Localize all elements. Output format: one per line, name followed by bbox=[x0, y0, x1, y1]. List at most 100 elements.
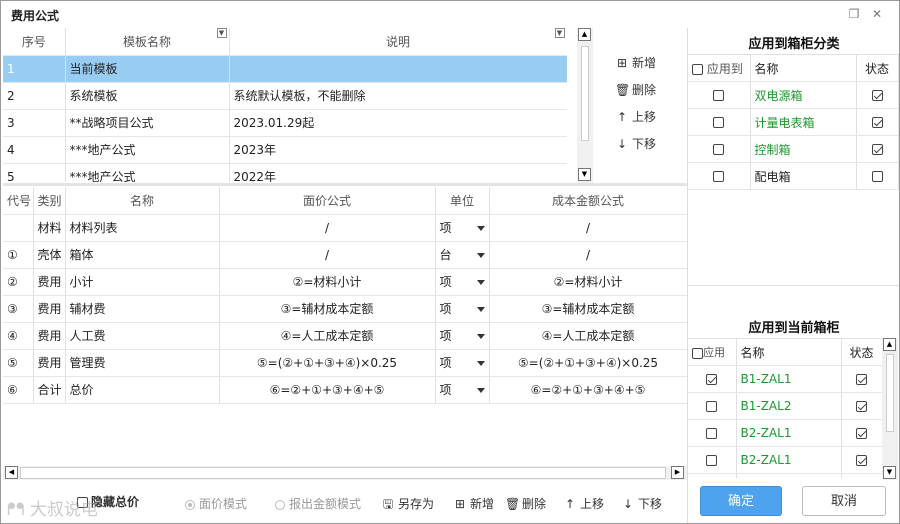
select-all-checkbox[interactable] bbox=[692, 63, 703, 75]
apply-checkbox[interactable] bbox=[706, 401, 718, 412]
cell-apply[interactable] bbox=[688, 365, 737, 393]
ok-button[interactable]: 确定 bbox=[700, 486, 782, 516]
cell-unit[interactable]: 项 bbox=[435, 376, 490, 404]
apply-checkbox[interactable] bbox=[713, 90, 725, 101]
unit-dropdown-icon[interactable] bbox=[476, 279, 485, 285]
scroll-up-icon[interactable]: ▲ bbox=[883, 338, 896, 351]
cabinet-row[interactable]: B1-ZAL51 bbox=[688, 473, 882, 478]
scroll-thumb[interactable] bbox=[886, 354, 894, 432]
cell-price-formula[interactable]: ③=辅材成本定额 bbox=[219, 295, 436, 323]
cell-cost-formula[interactable]: ⑥=②+①+③+④+⑤ bbox=[489, 376, 687, 404]
apply-checkbox[interactable] bbox=[706, 374, 718, 385]
formula-row[interactable]: ③ 费用 辅材费 ③=辅材成本定额项 ③=辅材成本定额 bbox=[3, 295, 687, 323]
apply-checkbox[interactable] bbox=[713, 117, 725, 128]
cell-status[interactable] bbox=[841, 419, 882, 447]
template-down-button[interactable]: ↓ 下移 bbox=[615, 135, 656, 152]
cell-cost-formula[interactable]: / bbox=[489, 241, 687, 269]
cell-apply[interactable] bbox=[688, 108, 751, 136]
template-row[interactable]: 4 ***地产公式 2023年 bbox=[3, 136, 567, 164]
cell-status[interactable] bbox=[856, 108, 899, 136]
formula-down-button[interactable]: ↓ 下移 bbox=[621, 495, 662, 512]
apply-checkbox[interactable] bbox=[713, 144, 725, 155]
col-header-template-name[interactable]: 模板名称 ▼ bbox=[65, 28, 230, 56]
cell-price-formula[interactable]: ⑥=②+①+③+④+⑤ bbox=[219, 376, 436, 404]
cell-apply[interactable] bbox=[688, 392, 737, 420]
cabinet-row[interactable]: B2-ZAL1 bbox=[688, 446, 882, 474]
status-checkbox[interactable] bbox=[856, 455, 867, 466]
unit-dropdown-icon[interactable] bbox=[476, 387, 485, 393]
filter-dropdown-icon[interactable]: ▼ bbox=[554, 28, 565, 38]
status-checkbox[interactable] bbox=[871, 90, 883, 101]
cabinet-row[interactable]: B1-ZAL2 bbox=[688, 392, 882, 420]
cell-price-formula[interactable]: ④=人工成本定额 bbox=[219, 322, 436, 350]
unit-dropdown-icon[interactable] bbox=[476, 333, 485, 339]
status-checkbox[interactable] bbox=[871, 171, 883, 182]
scroll-down-icon[interactable]: ▼ bbox=[578, 168, 591, 181]
cell-status[interactable] bbox=[841, 392, 882, 420]
col-header-desc[interactable]: 说明 ▼ bbox=[229, 28, 567, 56]
category-row[interactable]: 配电箱 bbox=[688, 162, 899, 190]
unit-dropdown-icon[interactable] bbox=[476, 360, 485, 366]
template-scrollbar[interactable]: ▲ ▼ bbox=[577, 28, 593, 183]
restore-icon[interactable]: ❐ bbox=[845, 5, 863, 23]
col-header-apply[interactable]: 应用到 bbox=[688, 54, 751, 82]
template-add-button[interactable]: ⊞ 新增 bbox=[615, 54, 656, 71]
cell-unit[interactable]: 项 bbox=[435, 268, 490, 296]
unit-dropdown-icon[interactable] bbox=[476, 225, 485, 231]
status-checkbox[interactable] bbox=[856, 428, 867, 439]
cell-apply[interactable] bbox=[688, 81, 751, 109]
template-row[interactable]: 3 **战略项目公式 2023.01.29起 bbox=[3, 109, 567, 137]
cell-price-formula[interactable]: ②=材料小计 bbox=[219, 268, 436, 296]
cabinet-row[interactable]: B1-ZAL1 bbox=[688, 365, 882, 393]
cell-status[interactable] bbox=[856, 162, 899, 190]
status-checkbox[interactable] bbox=[871, 117, 883, 128]
select-all-checkbox[interactable] bbox=[692, 347, 703, 359]
template-row[interactable]: 5 ***地产公式 2022年 bbox=[3, 163, 567, 182]
apply-checkbox[interactable] bbox=[706, 428, 718, 439]
formula-row[interactable]: ④ 费用 人工费 ④=人工成本定额项 ④=人工成本定额 bbox=[3, 322, 687, 350]
cell-apply[interactable] bbox=[688, 473, 737, 478]
cell-apply[interactable] bbox=[688, 446, 737, 474]
template-row[interactable]: 1 当前模板 bbox=[3, 55, 567, 83]
h-scroll-thumb[interactable] bbox=[20, 467, 666, 479]
template-up-button[interactable]: ↑ 上移 bbox=[615, 108, 656, 125]
save-as-button[interactable]: 🖫 另存为 bbox=[381, 495, 434, 516]
cabinet-scrollbar[interactable]: ▲ ▼ bbox=[882, 338, 898, 480]
cell-price-formula[interactable]: / bbox=[219, 214, 436, 242]
status-checkbox[interactable] bbox=[871, 144, 883, 155]
cell-unit[interactable]: 项 bbox=[435, 322, 490, 350]
cell-apply[interactable] bbox=[688, 419, 737, 447]
status-checkbox[interactable] bbox=[856, 374, 867, 385]
apply-checkbox[interactable] bbox=[706, 455, 718, 466]
template-row[interactable]: 2 系统模板 系统默认模板，不能删除 bbox=[3, 82, 567, 110]
formula-row[interactable]: ② 费用 小计 ②=材料小计项 ②=材料小计 bbox=[3, 268, 687, 296]
formula-row[interactable]: ⑥ 合计 总价 ⑥=②+①+③+④+⑤ 项 ⑥=②+①+③+④+⑤ bbox=[3, 376, 687, 404]
cabinet-row[interactable]: B2-ZAL1 bbox=[688, 419, 882, 447]
cell-price-formula[interactable]: / bbox=[219, 241, 436, 269]
status-checkbox[interactable] bbox=[856, 401, 867, 412]
scroll-right-icon[interactable]: ▶ bbox=[671, 466, 684, 479]
cell-unit[interactable]: 项 bbox=[435, 295, 490, 323]
scroll-left-icon[interactable]: ◀ bbox=[5, 466, 18, 479]
formula-row[interactable]: ① 壳体 箱体 / 台 / bbox=[3, 241, 687, 269]
formula-up-button[interactable]: ↑ 上移 bbox=[563, 495, 604, 512]
close-icon[interactable]: ✕ bbox=[868, 5, 886, 23]
cell-status[interactable] bbox=[856, 135, 899, 163]
cell-status[interactable] bbox=[841, 365, 882, 393]
cost-mode-radio[interactable]: 报出金额模式 bbox=[275, 495, 361, 512]
category-row[interactable]: 双电源箱 bbox=[688, 81, 899, 109]
template-delete-button[interactable]: 🗑 删除 bbox=[615, 81, 656, 98]
cell-price-formula[interactable]: ⑤=(②+①+③+④)×0.25 bbox=[219, 349, 436, 377]
category-row[interactable]: 计量电表箱 bbox=[688, 108, 899, 136]
formula-row[interactable]: 材料 材料列表 / 项 / bbox=[3, 214, 687, 242]
unit-dropdown-icon[interactable] bbox=[476, 252, 485, 258]
filter-dropdown-icon[interactable]: ▼ bbox=[216, 28, 227, 38]
unit-dropdown-icon[interactable] bbox=[476, 306, 485, 312]
scroll-up-icon[interactable]: ▲ bbox=[578, 28, 591, 41]
formula-add-button[interactable]: ⊞ 新增 bbox=[453, 495, 494, 512]
cell-unit[interactable]: 项 bbox=[435, 214, 490, 242]
apply-checkbox[interactable] bbox=[713, 171, 725, 182]
cell-unit[interactable]: 台 bbox=[435, 241, 490, 269]
formula-row[interactable]: ⑤ 费用 管理费 ⑤=(②+①+③+④)×0.25 项 ⑤=(②+①+③+④)×0.25 bbox=[3, 349, 687, 377]
cell-cost-formula[interactable]: / bbox=[489, 214, 687, 242]
